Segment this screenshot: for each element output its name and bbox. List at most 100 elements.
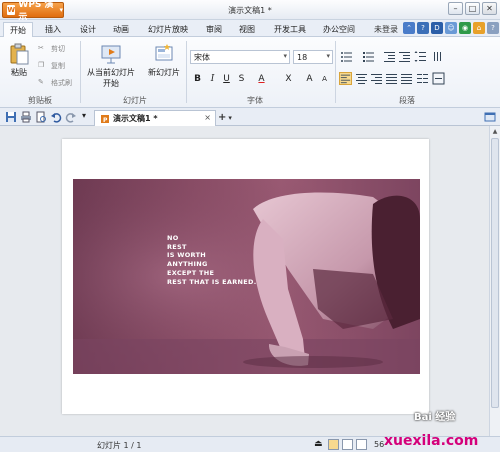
customize-quickbar-icon[interactable]: ▾ bbox=[82, 111, 94, 123]
grow-font-button[interactable]: A bbox=[303, 72, 316, 85]
play-current-label: 从当前幻灯片 bbox=[87, 68, 135, 77]
cut-button[interactable]: ✂ 剪切 bbox=[38, 44, 65, 54]
format-painter-label: 格式刷 bbox=[51, 79, 72, 87]
underline-button[interactable]: U bbox=[220, 72, 233, 85]
new-slide-button[interactable]: 新幻灯片 bbox=[146, 43, 182, 78]
brush-icon: ✎ bbox=[38, 78, 44, 86]
superscript-button[interactable]: X bbox=[282, 72, 295, 85]
font-name-select[interactable]: 宋体 ▾ bbox=[190, 50, 290, 64]
paste-button[interactable]: 粘贴 bbox=[8, 43, 30, 78]
tab-view[interactable]: 视图 bbox=[239, 22, 255, 37]
shrink-font-button[interactable]: A bbox=[318, 72, 331, 85]
paste-icon bbox=[10, 43, 29, 65]
undo-icon[interactable] bbox=[50, 111, 62, 123]
tab-animation[interactable]: 动画 bbox=[113, 22, 129, 37]
notes-toggle-icon[interactable]: ⏏ bbox=[314, 439, 323, 449]
print-preview-icon[interactable] bbox=[35, 111, 47, 123]
text-direction-icon[interactable] bbox=[432, 50, 445, 63]
divider bbox=[335, 41, 336, 103]
font-size-select[interactable]: 18 ▾ bbox=[293, 50, 333, 64]
vertical-scrollbar[interactable]: ▲ bbox=[489, 126, 500, 436]
play-from-current-button[interactable]: 从当前幻灯片 开始 bbox=[84, 43, 138, 89]
divider bbox=[80, 41, 81, 103]
home-icon[interactable]: ⌂ bbox=[473, 22, 485, 34]
chevron-down-icon: ▾ bbox=[283, 52, 287, 60]
plus-icon: + bbox=[218, 112, 227, 123]
italic-button[interactable]: I bbox=[206, 72, 219, 85]
collapse-ribbon-icon[interactable]: ⌃ bbox=[403, 22, 415, 34]
print-icon[interactable] bbox=[20, 111, 32, 123]
minimize-icon[interactable]: – bbox=[448, 2, 463, 15]
clipboard-group-label: 剪贴板 bbox=[28, 96, 52, 105]
copy-label: 复制 bbox=[51, 62, 65, 70]
align-right-icon[interactable] bbox=[370, 72, 383, 85]
window-layout-icon[interactable] bbox=[484, 111, 496, 123]
line-spacing-icon[interactable] bbox=[414, 50, 427, 63]
slide-canvas[interactable]: NO REST IS WORTH ANYTHING EXCEPT THE RES… bbox=[62, 139, 429, 414]
font-name-value: 宋体 bbox=[194, 52, 210, 62]
document-tab[interactable]: P 演示文稿1 * × bbox=[94, 110, 216, 126]
zoom-level[interactable]: 56 bbox=[374, 440, 384, 449]
slide-sorter-view-icon[interactable] bbox=[342, 439, 353, 450]
new-slide-label: 新幻灯片 bbox=[148, 68, 180, 77]
feedback-icon[interactable]: ☺ bbox=[445, 22, 457, 34]
divider bbox=[186, 41, 187, 103]
increase-indent-icon[interactable] bbox=[398, 50, 411, 63]
scissors-icon: ✂ bbox=[38, 44, 44, 52]
save-icon[interactable] bbox=[5, 111, 17, 123]
paragraph-group-label: 段落 bbox=[399, 96, 415, 105]
scroll-up-icon[interactable]: ▲ bbox=[490, 126, 500, 136]
numbered-list-icon[interactable] bbox=[362, 50, 375, 63]
help-icon[interactable]: ? bbox=[487, 22, 499, 34]
close-tab-icon[interactable]: × bbox=[204, 113, 211, 122]
normal-view-icon[interactable] bbox=[328, 439, 339, 450]
redo-icon[interactable] bbox=[65, 111, 77, 123]
docer-icon[interactable]: D bbox=[431, 22, 443, 34]
distribute-icon[interactable] bbox=[400, 72, 413, 85]
quote-line: REST THAT IS EARNED. bbox=[167, 277, 257, 286]
decrease-indent-icon[interactable] bbox=[383, 50, 396, 63]
quote-line: IS WORTH bbox=[167, 251, 207, 260]
copy-button[interactable]: ❐ 复制 bbox=[38, 61, 65, 71]
tab-developer[interactable]: 开发工具 bbox=[274, 22, 306, 37]
new-slide-icon bbox=[155, 44, 173, 61]
slides-group-label: 幻灯片 bbox=[123, 96, 147, 105]
quote-line: ANYTHING bbox=[167, 260, 208, 269]
reading-view-icon[interactable] bbox=[356, 439, 367, 450]
motivational-quote[interactable]: NO REST IS WORTH ANYTHING EXCEPT THE RES… bbox=[167, 234, 257, 286]
quick-access-bar: ▾ P 演示文稿1 * × + ▾ bbox=[0, 108, 500, 126]
tab-slideshow[interactable]: 幻灯片放映 bbox=[148, 22, 188, 37]
copy-icon: ❐ bbox=[38, 61, 45, 69]
slide-editing-area[interactable]: NO REST IS WORTH ANYTHING EXCEPT THE RES… bbox=[0, 126, 489, 436]
share-icon[interactable]: ◉ bbox=[459, 22, 471, 34]
align-text-icon[interactable] bbox=[432, 72, 445, 85]
slideshow-play-icon bbox=[101, 45, 121, 64]
scrollbar-thumb[interactable] bbox=[491, 138, 499, 408]
login-status[interactable]: 未登录 bbox=[374, 24, 398, 35]
quote-line: REST bbox=[167, 242, 187, 251]
strikethrough-button[interactable]: S bbox=[235, 72, 248, 85]
tab-office-space[interactable]: 办公空间 bbox=[323, 22, 355, 37]
columns-icon[interactable] bbox=[416, 72, 429, 85]
font-color-button[interactable]: A bbox=[255, 72, 268, 85]
chevron-down-icon: ▾ bbox=[228, 113, 232, 122]
bullet-list-icon[interactable] bbox=[340, 50, 353, 63]
tab-review[interactable]: 审阅 bbox=[206, 22, 222, 37]
skin-icon[interactable]: ? bbox=[417, 22, 429, 34]
bold-button[interactable]: B bbox=[191, 72, 204, 85]
new-tab-button[interactable]: + ▾ bbox=[218, 111, 238, 124]
quote-line: NO bbox=[167, 234, 179, 242]
slide-background-photo[interactable]: NO REST IS WORTH ANYTHING EXCEPT THE RES… bbox=[73, 179, 420, 374]
tab-design[interactable]: 设计 bbox=[80, 22, 96, 37]
format-painter-button[interactable]: ✎ 格式刷 bbox=[38, 78, 72, 88]
svg-text:P: P bbox=[103, 117, 108, 124]
align-left-icon[interactable] bbox=[339, 72, 352, 85]
justify-icon[interactable] bbox=[385, 72, 398, 85]
menu-tabs: 开始 插入 设计 动画 幻灯片放映 审阅 视图 开发工具 办公空间 未登录 ⌃ … bbox=[0, 20, 500, 37]
close-icon[interactable]: ✕ bbox=[482, 2, 497, 15]
tab-insert[interactable]: 插入 bbox=[45, 22, 61, 37]
maximize-icon[interactable]: □ bbox=[465, 2, 480, 15]
align-center-icon[interactable] bbox=[355, 72, 368, 85]
window-title: 演示文稿1 * bbox=[228, 6, 272, 15]
tab-home[interactable]: 开始 bbox=[3, 22, 33, 37]
